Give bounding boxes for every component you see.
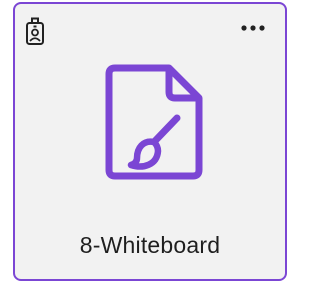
whiteboard-card[interactable]: 8-Whiteboard [13,2,287,281]
file-brush-icon [103,62,205,182]
more-options-button[interactable] [239,18,271,38]
card-title: 8-Whiteboard [79,232,221,258]
id-badge-icon [25,16,45,46]
more-horizontal-icon [241,25,265,31]
